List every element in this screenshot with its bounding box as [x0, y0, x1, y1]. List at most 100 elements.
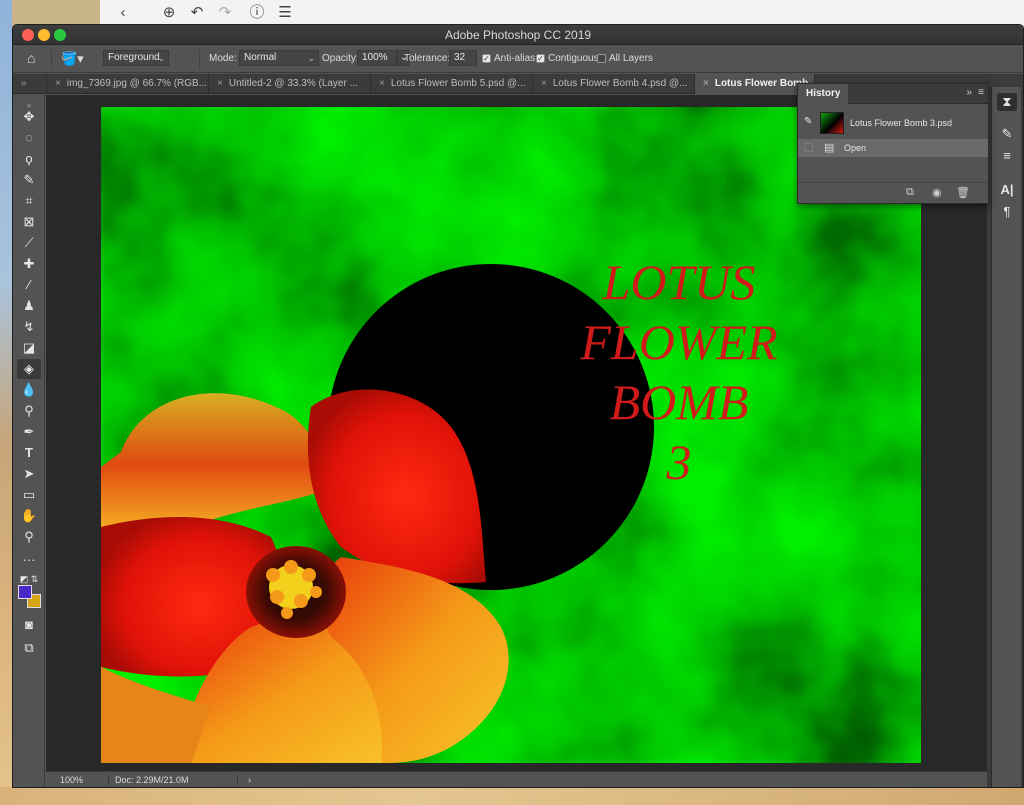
photoshop-window: Adobe Photoshop CC 2019 ⌂ 🪣▾ Foreground …	[12, 24, 1024, 788]
new-document-from-state-icon[interactable]: ⧉	[906, 186, 914, 199]
fill-source-select[interactable]: Foreground ⌄	[103, 50, 169, 66]
artwork: LOTUS FLOWER BOMB 3	[101, 107, 921, 763]
document-tab[interactable]: × Lotus Flower Bomb 5.psd @...	[371, 74, 533, 94]
chevron-down-icon: ⌄	[307, 53, 315, 63]
options-separator	[51, 49, 52, 69]
frame-icon[interactable]: ⊠	[17, 212, 41, 232]
tolerance-input[interactable]: 32	[449, 50, 477, 66]
brush-settings-icon[interactable]: ✎	[997, 125, 1017, 143]
eraser-icon[interactable]: ◪	[17, 338, 41, 358]
mode-label: Mode:	[209, 53, 237, 64]
panel-collapse-icon[interactable]: »	[13, 74, 47, 94]
adjustments-icon[interactable]: ≡	[997, 147, 1017, 165]
artwork-line-1: LOTUS	[602, 254, 756, 310]
artwork-line-2: FLOWER	[579, 314, 777, 370]
paint-bucket-icon[interactable]: ◈	[17, 359, 41, 379]
list-icon[interactable]: ☰	[276, 4, 294, 22]
document-info: Doc: 2.29M/21.0M	[108, 775, 238, 785]
rectangle-icon[interactable]: ▭	[17, 485, 41, 505]
document-canvas[interactable]: LOTUS FLOWER BOMB 3	[101, 107, 921, 763]
document-tab[interactable]: × img_7369.jpg @ 66.7% (RGB...	[47, 74, 209, 94]
all-layers-label: All Layers	[609, 53, 653, 64]
history-panel-icon[interactable]: ⧗	[997, 93, 1017, 111]
zoom-icon[interactable]: ⚲	[17, 527, 41, 547]
document-tab[interactable]: × Lotus Flower Bomb 4.psd @...	[533, 74, 695, 94]
history-footer: ⧉ ◉ 🗑	[798, 182, 988, 204]
add-icon[interactable]: ⊕	[160, 4, 178, 22]
foreground-color-swatch[interactable]	[18, 585, 32, 599]
mode-value: Normal	[244, 52, 277, 63]
home-icon[interactable]: ⌂	[27, 49, 35, 67]
desktop-background	[0, 0, 12, 805]
opacity-input[interactable]: 100%	[357, 50, 397, 66]
info-icon[interactable]: ⓘ	[248, 4, 266, 22]
redo-icon[interactable]: ↷	[216, 4, 234, 22]
document-tab[interactable]: × Untitled-2 @ 33.3% (Layer ...	[209, 74, 371, 94]
pen-icon[interactable]: ✒	[17, 422, 41, 442]
options-separator	[199, 49, 200, 69]
chevron-right-icon[interactable]: ›	[248, 775, 251, 785]
tab-label: Lotus Flower Bomb 4.psd @...	[552, 78, 688, 89]
tab-label: Lotus Flower Bomb 5.psd @...	[390, 78, 526, 89]
tolerance-label: Tolerance:	[404, 53, 451, 64]
hand-icon[interactable]: ✋	[17, 506, 41, 526]
type-icon[interactable]: T	[17, 443, 41, 463]
right-dock: ⧗ ✎ ≡ A| ¶	[991, 87, 1021, 787]
history-tab[interactable]: History	[798, 84, 849, 104]
trash-icon[interactable]: 🗑	[956, 186, 970, 199]
close-icon[interactable]: ×	[703, 78, 709, 89]
history-state[interactable]: ▤ Open	[798, 139, 988, 157]
brush-icon[interactable]: ∕	[17, 275, 41, 295]
healing-brush-icon[interactable]: ✚	[17, 254, 41, 274]
move-icon[interactable]: ✥	[17, 107, 41, 127]
character-icon[interactable]: A|	[997, 181, 1017, 199]
blur-icon[interactable]: 💧	[17, 380, 41, 400]
options-bar: ⌂ 🪣▾ Foreground ⌄ Mode: Normal ⌄ Opacity…	[13, 45, 1023, 73]
mode-select[interactable]: Normal ⌄	[239, 50, 319, 66]
panel-menu-icon[interactable]: ≡	[978, 87, 984, 98]
close-icon[interactable]: ×	[217, 78, 223, 89]
lasso-icon[interactable]: ϙ	[17, 149, 41, 169]
history-brush-checkbox[interactable]	[804, 143, 813, 152]
fill-source-value: Foreground	[108, 52, 160, 63]
eyedropper-icon[interactable]: ⟋	[17, 233, 41, 253]
foreground-swatch-fill	[18, 585, 32, 599]
anti-alias-label: Anti-alias	[494, 53, 536, 64]
contiguous-label: Contiguous	[548, 53, 599, 64]
close-icon[interactable]: ×	[379, 78, 385, 89]
desktop-background-bottom	[0, 787, 1024, 805]
paragraph-icon[interactable]: ¶	[997, 203, 1017, 221]
snapshot-label: Lotus Flower Bomb 3.psd	[850, 118, 953, 128]
all-layers-checkbox[interactable]	[597, 54, 606, 63]
more-tools-icon[interactable]: ···	[17, 550, 41, 570]
paint-bucket-preset-icon[interactable]: 🪣▾	[61, 50, 84, 68]
marquee-icon[interactable]: ◌	[17, 128, 41, 148]
close-icon[interactable]: ×	[55, 78, 61, 89]
camera-icon[interactable]: ◉	[932, 186, 942, 199]
history-brush-icon[interactable]: ↯	[17, 317, 41, 337]
document-icon: ▤	[824, 142, 835, 154]
path-select-icon[interactable]: ➤	[17, 464, 41, 484]
panel-collapse-icon[interactable]: »	[966, 87, 972, 98]
screen-mode-icon[interactable]: ⧉	[17, 638, 41, 658]
external-app-toolbar: ‹ ⊕ ↶ ↷ ⓘ ☰	[100, 0, 1024, 26]
opacity-value: 100%	[362, 52, 388, 63]
crop-icon[interactable]: ⌗	[17, 191, 41, 211]
dodge-icon[interactable]: ⚲	[17, 401, 41, 421]
clone-stamp-icon[interactable]: ♟	[17, 296, 41, 316]
history-snapshot[interactable]: ✎ Lotus Flower Bomb 3.psd	[798, 110, 988, 136]
history-state-label: Open	[844, 143, 867, 153]
close-icon[interactable]: ×	[541, 78, 547, 89]
anti-alias-checkbox[interactable]: ✓	[482, 54, 491, 63]
tolerance-value: 32	[454, 52, 466, 63]
undo-icon[interactable]: ↶	[188, 4, 206, 22]
artwork-line-4: 3	[666, 434, 692, 490]
history-brush-source-icon[interactable]: ✎	[804, 116, 812, 127]
contiguous-checkbox[interactable]: ✓	[536, 54, 545, 63]
quick-mask-icon[interactable]: ◙	[17, 615, 41, 635]
back-icon[interactable]: ‹	[114, 4, 132, 22]
quick-select-icon[interactable]: ✎	[17, 170, 41, 190]
zoom-level[interactable]: 100%	[60, 775, 83, 785]
status-bar: 100% Doc: 2.29M/21.0M ›	[46, 771, 987, 787]
title-bar: Adobe Photoshop CC 2019	[13, 25, 1023, 45]
